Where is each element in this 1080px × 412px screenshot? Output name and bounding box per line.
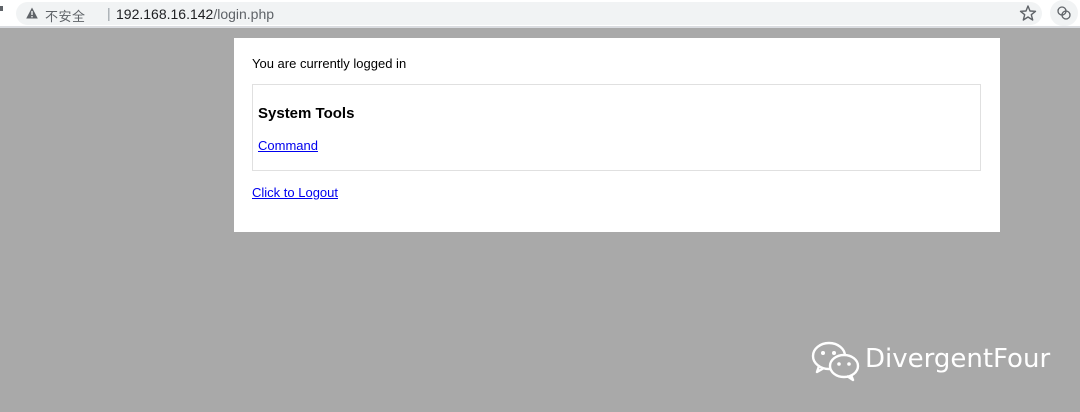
address-separator: |	[107, 5, 111, 21]
url-host: 192.168.16.142	[116, 6, 214, 22]
command-link[interactable]: Command	[258, 138, 318, 153]
back-button-edge[interactable]	[0, 6, 3, 11]
wechat-icon	[811, 341, 860, 382]
system-tools-heading: System Tools	[258, 105, 355, 122]
url-text[interactable]: 192.168.16.142/login.php	[116, 6, 274, 22]
bookmark-star-icon[interactable]	[1019, 4, 1037, 22]
security-status-label[interactable]: 不安全	[45, 6, 86, 25]
warning-icon[interactable]	[26, 7, 38, 19]
logout-link[interactable]: Click to Logout	[252, 185, 338, 200]
login-status-text: You are currently logged in	[252, 56, 407, 71]
browser-toolbar: 不安全 | 192.168.16.142/login.php	[0, 0, 1080, 28]
address-bar[interactable]: 不安全 | 192.168.16.142/login.php	[16, 2, 1042, 25]
system-tools-section: System Tools Command	[252, 84, 981, 171]
watermark-text: DivergentFour	[865, 344, 1051, 374]
login-status-panel: You are currently logged in System Tools…	[234, 38, 1000, 232]
extension-icon[interactable]	[1050, 0, 1078, 26]
url-path: /login.php	[213, 6, 275, 22]
